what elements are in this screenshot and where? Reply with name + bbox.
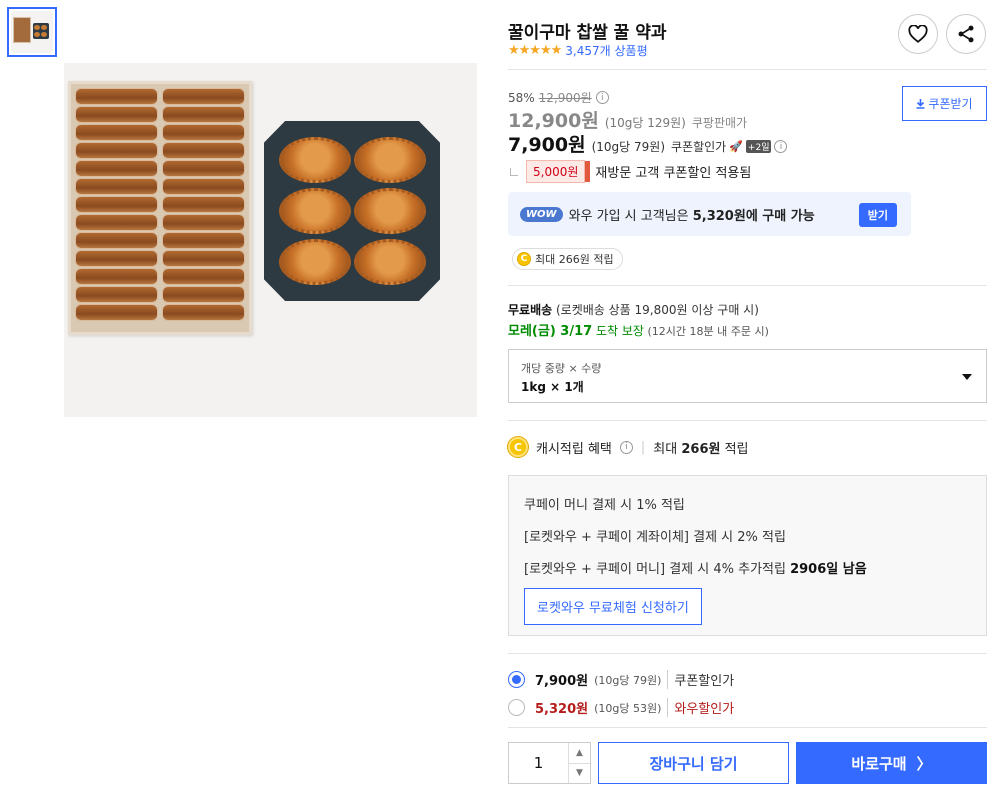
quantity-arrows: ▲ ▼ [568, 743, 590, 783]
wow-membership-box: WOW 와우 가입 시 고객님은 5,320원에 구매 가능 받기 [508, 192, 911, 236]
cash-benefit-value: 최대 266원 적립 [653, 441, 749, 457]
price-option-price: 5,320원 [535, 702, 589, 717]
coupon-price-label-wrap: 쿠폰할인가 🚀 +2일 i [671, 138, 788, 155]
arrival-guarantee: 도착 보장 [592, 324, 644, 338]
heart-icon [908, 25, 928, 43]
divider [508, 420, 987, 421]
product-title: 꿀이구마 찹쌀 꿀 약과 [508, 23, 667, 43]
divider [508, 285, 987, 286]
yakgwa-tray-illustration [264, 121, 440, 301]
quantity-input[interactable]: 1 [509, 743, 568, 783]
quantity-stepper[interactable]: 1 ▲ ▼ [508, 742, 591, 784]
price-option-label: 와우할인가 [667, 698, 734, 717]
coupon-price-row: 7,900원 (10g당 79원) 쿠폰할인가 🚀 +2일 i [508, 130, 788, 157]
coupang-price: 12,900원 [508, 110, 599, 132]
info-icon[interactable]: i [619, 440, 633, 454]
price-option-label: 쿠폰할인가 [667, 670, 734, 689]
benefit-details-box: 쿠페이 머니 결제 시 1% 적립 [로켓와우 + 쿠페이 계좌이체] 결제 시… [508, 475, 987, 636]
share-icon [958, 25, 974, 43]
star-rating-icon: ★★★★★ [508, 43, 562, 58]
option-select[interactable]: 개당 중량 × 수량 1kg × 1개 [508, 349, 987, 403]
radio-button-selected[interactable] [508, 671, 525, 688]
review-count-link[interactable]: 3,457개 상품평 [565, 42, 647, 59]
coupang-price-label: 쿠팡판매가 [691, 116, 748, 130]
benefit-line: [로켓와우 + 쿠페이 계좌이체] 결제 시 2% 적립 [524, 530, 786, 545]
radio-button[interactable] [508, 699, 525, 716]
revisit-discount-text: 재방문 고객 쿠폰할인 적용됨 [595, 166, 752, 181]
cash-reward-pill: C 최대 266원 적립 [512, 248, 623, 270]
rating-row: ★★★★★ 3,457개 상품평 [508, 42, 648, 59]
revisit-discount-badge: 5,000원 [526, 160, 591, 183]
rocket-icon: 🚀 [729, 140, 743, 153]
plus-days-badge: +2일 [745, 140, 772, 153]
buy-now-button[interactable]: 바로구매 〉 [796, 742, 987, 784]
info-icon[interactable]: i [595, 91, 609, 104]
caret-down-icon [962, 374, 972, 380]
cash-benefit-row: C 캐시적립 혜택 i | 최대 266원 적립 [508, 437, 749, 457]
coupang-price-row: 12,900원 (10g당 129원) 쿠팡판매가 [508, 106, 747, 133]
separator: | [640, 439, 646, 455]
revisit-discount-row: 5,000원 재방문 고객 쿠폰할인 적용됨 [508, 160, 751, 183]
add-to-cart-button[interactable]: 장바구니 담기 [598, 742, 789, 784]
cash-benefit-label: 캐시적립 혜택 [536, 441, 612, 457]
download-icon [916, 98, 925, 109]
price-option-coupon[interactable]: 7,900원 (10g당 79원) 쿠폰할인가 [508, 670, 734, 689]
free-shipping-detail: (로켓배송 상품 19,800원 이상 구매 시) [552, 303, 759, 317]
coupon-price-label: 쿠폰할인가 [671, 140, 727, 154]
discount-row: 58% 12,900원 i [508, 89, 609, 106]
coupon-button-label: 쿠폰받기 [928, 97, 973, 111]
wow-badge: WOW [520, 206, 563, 222]
gallery-thumbnail[interactable] [7, 7, 57, 57]
option-value: 1kg × 1개 [521, 380, 584, 394]
coupang-unit-price: (10g당 129원) [604, 116, 686, 130]
benefit-line: 쿠페이 머니 결제 시 1% 적립 [524, 498, 685, 513]
product-main-image [64, 63, 477, 417]
rocket-wow-trial-button[interactable]: 로켓와우 무료체험 신청하기 [524, 588, 702, 625]
price-option-unit: (10g당 79원) [594, 673, 662, 687]
coupon-unit-price: (10g당 79원) [591, 140, 666, 154]
chevron-up-icon[interactable]: ▲ [569, 743, 590, 764]
arrival-row: 모레(금) 3/17 도착 보장 (12시간 18분 내 주문 시) [508, 320, 769, 339]
divider [508, 727, 987, 728]
original-price: 12,900원 [538, 91, 592, 105]
discount-rate: 58% [508, 90, 535, 105]
benefit-line: [로켓와우 + 쿠페이 머니] 결제 시 4% 추가적립 2906일 남음 [524, 562, 867, 577]
cash-reward-text: 최대 266원 적립 [535, 253, 614, 266]
price-option-unit: (10g당 53원) [594, 701, 662, 715]
share-button[interactable] [946, 14, 986, 54]
divider [508, 69, 987, 70]
arrival-date: 모레(금) 3/17 [508, 324, 593, 339]
thumbnail-image [11, 11, 53, 53]
free-shipping-row: 무료배송 (로켓배송 상품 19,800원 이상 구매 시) [508, 301, 759, 318]
coupon-price: 7,900원 [508, 134, 586, 156]
free-shipping-label: 무료배송 [508, 303, 553, 317]
corner-icon [510, 167, 518, 176]
wow-get-button[interactable]: 받기 [858, 203, 897, 227]
divider [508, 653, 987, 654]
wow-text: 와우 가입 시 고객님은 5,320원에 구매 가능 [568, 208, 815, 224]
chevron-down-icon[interactable]: ▼ [569, 764, 590, 784]
price-option-wow[interactable]: 5,320원 (10g당 53원) 와우할인가 [508, 698, 734, 717]
chevron-right-icon: 〉 [916, 754, 932, 773]
wishlist-button[interactable] [898, 14, 938, 54]
coin-icon: C [517, 252, 531, 266]
coin-icon: C [508, 437, 528, 457]
info-icon[interactable]: i [774, 140, 788, 153]
arrival-note: (12시간 18분 내 주문 시) [643, 325, 769, 338]
yakgwa-box-illustration [68, 81, 252, 335]
buy-now-label: 바로구매 [851, 754, 907, 773]
coupon-download-button[interactable]: 쿠폰받기 [902, 86, 987, 121]
price-option-price: 7,900원 [535, 674, 589, 689]
option-label: 개당 중량 × 수량 [521, 362, 602, 375]
